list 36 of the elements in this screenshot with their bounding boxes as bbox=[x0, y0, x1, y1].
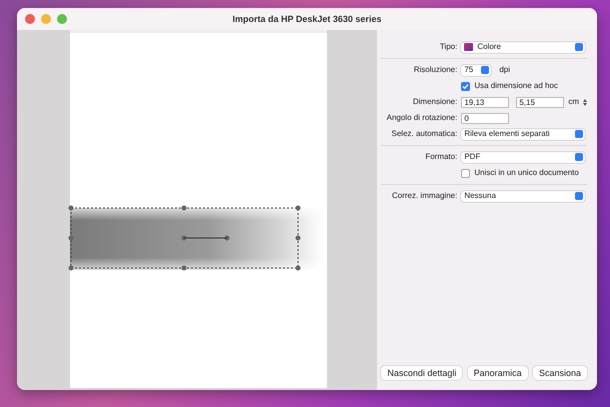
close-icon[interactable] bbox=[25, 14, 35, 24]
input-field[interactable]: 0 bbox=[461, 112, 510, 124]
zoom-icon[interactable] bbox=[57, 14, 67, 24]
action-button[interactable]: Scansiona bbox=[532, 366, 587, 380]
popup-button[interactable]: Colore bbox=[461, 42, 586, 52]
checkbox-label: Usa dimensione ad hoc bbox=[474, 80, 558, 92]
popup-button[interactable]: 75 bbox=[461, 64, 492, 76]
input-field[interactable]: 5,15 bbox=[516, 96, 564, 108]
chevron-icon bbox=[575, 192, 584, 200]
popup-button[interactable]: Nessuna bbox=[461, 190, 586, 202]
window-title: Importa da HP DeskJet 3630 series bbox=[232, 14, 382, 24]
field-label: Formato: bbox=[424, 151, 458, 163]
checkbox[interactable] bbox=[461, 168, 470, 178]
field-label: Selez. automatica: bbox=[390, 128, 458, 140]
minimize-icon[interactable] bbox=[41, 14, 51, 24]
field-label: Tipo: bbox=[438, 41, 458, 53]
action-button[interactable]: Panoramica bbox=[468, 366, 528, 380]
unit-label: cm bbox=[568, 96, 579, 108]
unit-label: dpi bbox=[499, 64, 510, 76]
field-label: Dimensione: bbox=[412, 96, 458, 108]
color-icon bbox=[464, 43, 474, 51]
popup-button[interactable]: PDF bbox=[461, 152, 586, 162]
field-label: Angolo di rotazione: bbox=[386, 112, 458, 124]
hide-details-button[interactable]: Nascondi dettagli bbox=[381, 366, 462, 380]
field-label: Correz. immagine: bbox=[390, 190, 458, 202]
checkbox-label: Unisci in un unico documento bbox=[474, 167, 579, 179]
input-field[interactable]: 19,13 bbox=[461, 96, 510, 108]
stepper-icon[interactable] bbox=[583, 98, 587, 106]
chevron-icon bbox=[481, 66, 490, 74]
checkbox[interactable] bbox=[461, 82, 470, 90]
field-label: Risoluzione: bbox=[412, 64, 458, 76]
selection-rectangle[interactable] bbox=[68, 205, 302, 273]
chevron-icon bbox=[575, 130, 584, 138]
chevron-icon bbox=[575, 43, 584, 51]
popup-button[interactable]: Rileva elementi separati bbox=[461, 128, 586, 140]
chevron-icon bbox=[575, 153, 584, 161]
